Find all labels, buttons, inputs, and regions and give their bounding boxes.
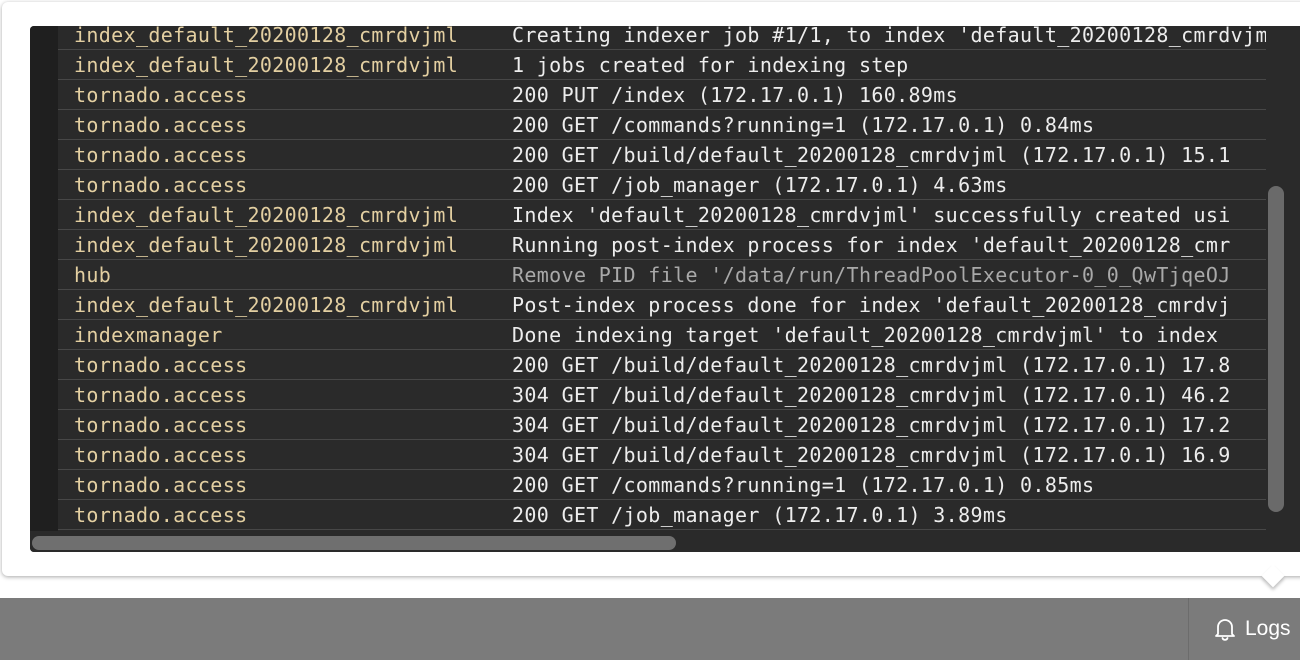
log-message: Remove PID file '/data/run/ThreadPoolExe… bbox=[512, 262, 1231, 287]
log-row: indexmanager Done indexing target 'defaul… bbox=[58, 320, 1266, 350]
log-message: 200 GET /build/default_20200128_cmrdvjml… bbox=[512, 352, 1231, 377]
log-source: indexmanager bbox=[74, 322, 223, 347]
log-row: index_default_20200128_cmrdvjml Post-inde… bbox=[58, 290, 1266, 320]
vertical-scrollbar-thumb[interactable] bbox=[1268, 186, 1284, 512]
log-source: tornado.access bbox=[74, 412, 248, 437]
bell-icon bbox=[1214, 617, 1236, 641]
bottom-bar bbox=[0, 598, 1300, 660]
log-message: 200 GET /job_manager (172.17.0.1) 4.63ms bbox=[512, 172, 1008, 197]
log-source: index_default_20200128_cmrdvjml bbox=[74, 26, 459, 47]
logs-button-label: Logs bbox=[1245, 617, 1291, 640]
log-source: tornado.access bbox=[74, 502, 248, 527]
horizontal-scrollbar[interactable] bbox=[30, 534, 1266, 552]
log-row: hub Remove PID file '/data/run/ThreadPool… bbox=[58, 260, 1266, 290]
log-source: tornado.access bbox=[74, 352, 248, 377]
log-row: index_default_20200128_cmrdvjml 1 jobs cr… bbox=[58, 50, 1266, 80]
log-source: index_default_20200128_cmrdvjml bbox=[74, 202, 459, 227]
log-row: tornado.access 200 GET /job_manager (172.… bbox=[58, 500, 1266, 530]
log-row: tornado.access 304 GET /build/default_202… bbox=[58, 410, 1266, 440]
log-message: Index 'default_20200128_cmrdvjml' succes… bbox=[512, 202, 1231, 227]
log-message: Creating indexer job #1/1, to index 'def… bbox=[512, 26, 1266, 47]
log-source: tornado.access bbox=[74, 442, 248, 467]
log-row: tornado.access 304 GET /build/default_202… bbox=[58, 440, 1266, 470]
log-source: hub bbox=[74, 262, 112, 287]
log-message: 304 GET /build/default_20200128_cmrdvjml… bbox=[512, 412, 1231, 437]
log-row: index_default_20200128_cmrdvjml Running p… bbox=[58, 230, 1266, 260]
log-message: Done indexing target 'default_20200128_c… bbox=[512, 322, 1219, 347]
log-panel[interactable]: index_default_20200128_cmrdvjml Creating … bbox=[30, 26, 1266, 552]
log-source: tornado.access bbox=[74, 382, 248, 407]
log-message: Running post-index process for index 'de… bbox=[512, 232, 1231, 257]
log-source: tornado.access bbox=[74, 472, 248, 497]
log-row: tornado.access 200 GET /build/default_202… bbox=[58, 140, 1266, 170]
logs-button[interactable]: Logs bbox=[1188, 598, 1300, 660]
log-source: index_default_20200128_cmrdvjml bbox=[74, 52, 459, 77]
log-row: index_default_20200128_cmrdvjml Creating … bbox=[58, 26, 1266, 50]
log-source: tornado.access bbox=[74, 112, 248, 137]
log-message: 304 GET /build/default_20200128_cmrdvjml… bbox=[512, 442, 1231, 467]
log-message: 1 jobs created for indexing step bbox=[512, 52, 909, 77]
log-message: 304 GET /build/default_20200128_cmrdvjml… bbox=[512, 382, 1231, 407]
log-row: index_default_20200128_cmrdvjml Index 'de… bbox=[58, 200, 1266, 230]
log-source: index_default_20200128_cmrdvjml bbox=[74, 292, 459, 317]
log-message: 200 GET /commands?running=1 (172.17.0.1)… bbox=[512, 472, 1095, 497]
log-gutter bbox=[30, 26, 58, 531]
log-row: tornado.access 200 GET /commands?running=… bbox=[58, 110, 1266, 140]
horizontal-scrollbar-thumb[interactable] bbox=[32, 536, 676, 550]
log-row: tornado.access 200 GET /build/default_202… bbox=[58, 350, 1266, 380]
log-rows: index_default_20200128_cmrdvjml Creating … bbox=[58, 26, 1266, 530]
log-row: tornado.access 200 GET /commands?running=… bbox=[58, 470, 1266, 500]
log-row: tornado.access 200 PUT /index (172.17.0.1… bbox=[58, 80, 1266, 110]
log-message: 200 GET /job_manager (172.17.0.1) 3.89ms bbox=[512, 502, 1008, 527]
log-message: 200 PUT /index (172.17.0.1) 160.89ms bbox=[512, 82, 959, 107]
log-source: index_default_20200128_cmrdvjml bbox=[74, 232, 459, 257]
log-source: tornado.access bbox=[74, 142, 248, 167]
log-message: 200 GET /commands?running=1 (172.17.0.1)… bbox=[512, 112, 1095, 137]
log-message: Post-index process done for index 'defau… bbox=[512, 292, 1231, 317]
log-source: tornado.access bbox=[74, 82, 248, 107]
log-message: 200 GET /build/default_20200128_cmrdvjml… bbox=[512, 142, 1231, 167]
log-row: tornado.access 304 GET /build/default_202… bbox=[58, 380, 1266, 410]
log-source: tornado.access bbox=[74, 172, 248, 197]
log-row: tornado.access 200 GET /job_manager (172.… bbox=[58, 170, 1266, 200]
